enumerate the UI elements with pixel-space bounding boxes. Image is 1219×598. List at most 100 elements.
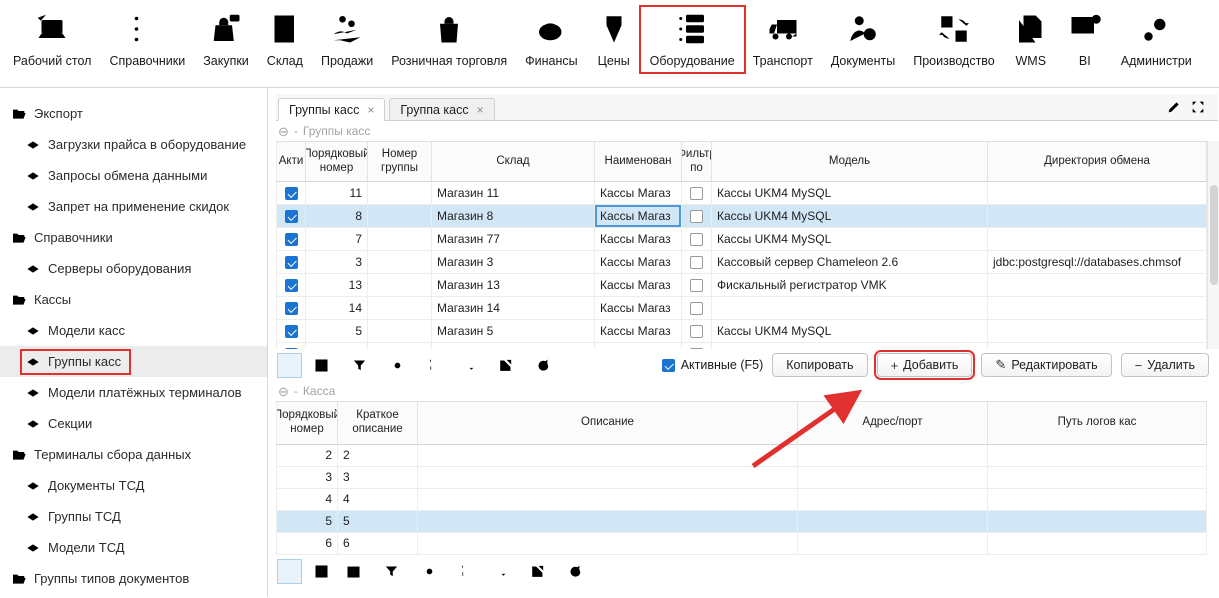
col-active[interactable]: Акти (276, 142, 306, 182)
vertical-scrollbar[interactable] (1207, 141, 1219, 349)
cell-desc[interactable] (418, 445, 798, 467)
sidebar-item[interactable]: Серверы оборудования (0, 253, 267, 284)
cell-exchange-dir[interactable] (988, 320, 1207, 343)
cell-model[interactable]: Кассы UKM4 MySQL (712, 205, 988, 228)
cash-group-row[interactable]: 8 Магазин 8 Кассы Магаз Кассы UKM4 MySQL (276, 205, 1207, 228)
col-desc[interactable]: Описание (418, 402, 798, 445)
numbered-list-icon[interactable] (424, 354, 447, 377)
cell-log-path[interactable] (988, 445, 1207, 467)
cell-warehouse[interactable]: Магазин 14 (432, 297, 595, 320)
cell-order[interactable]: 6 (276, 533, 338, 555)
cell-warehouse[interactable]: Магазин 3 (432, 251, 595, 274)
nav-item[interactable]: Справочники (100, 7, 194, 72)
cell-order[interactable] (306, 343, 368, 349)
refresh-icon[interactable] (564, 560, 587, 583)
cell-group-number[interactable] (368, 228, 432, 251)
cell-desc[interactable] (418, 467, 798, 489)
col-order[interactable]: Порядковый номер (276, 402, 338, 445)
cell-order[interactable]: 11 (306, 182, 368, 205)
sidebar-item[interactable]: Терминалы сбора данных (0, 439, 267, 470)
col-log-path[interactable]: Путь логов кас (988, 402, 1207, 445)
active-checkbox[interactable] (285, 233, 298, 246)
cash-group-row[interactable]: 7 Магазин 77 Кассы Магаз Кассы UKM4 MySQ… (276, 228, 1207, 251)
nav-item[interactable]: Транспорт (744, 7, 822, 72)
sidebar-item[interactable]: Группы касс (0, 346, 267, 377)
cell-order[interactable]: 5 (276, 511, 338, 533)
sidebar-item[interactable]: Модели ТСД (0, 532, 267, 563)
filter-icon[interactable] (380, 560, 403, 583)
sidebar-item[interactable]: Загрузки прайса в оборудование (0, 129, 267, 160)
cell-model[interactable]: Кассы UKM4 MySQL (712, 228, 988, 251)
cell-group-number[interactable] (368, 251, 432, 274)
cell-order[interactable]: 3 (276, 467, 338, 489)
cell-address[interactable] (798, 445, 988, 467)
nav-item[interactable]: Рабочий стол (4, 7, 100, 72)
export-icon[interactable] (526, 560, 549, 583)
cell-group-number[interactable] (368, 205, 432, 228)
cell-model[interactable]: Кассы UKM4 MySQL (712, 320, 988, 343)
cell-address[interactable] (798, 489, 988, 511)
cell-model[interactable]: Фискальный регистратор VMK (712, 274, 988, 297)
filter-checkbox[interactable] (690, 233, 703, 246)
nav-item[interactable]: Документы (822, 7, 904, 72)
cell-warehouse[interactable]: Магазин 8 (432, 205, 595, 228)
edit-icon[interactable] (1166, 99, 1182, 115)
active-checkbox[interactable] (285, 279, 298, 292)
cell-exchange-dir[interactable] (988, 182, 1207, 205)
cell-address[interactable] (798, 533, 988, 555)
collapse-icon[interactable]: ⊖ (278, 385, 289, 398)
cell-log-path[interactable] (988, 511, 1207, 533)
filter-icon[interactable] (348, 354, 371, 377)
cell-warehouse[interactable] (432, 343, 595, 349)
sort-icon[interactable] (456, 354, 479, 377)
delete-button[interactable]: − Удалить (1121, 353, 1209, 377)
nav-item[interactable]: Склад (258, 7, 312, 72)
cell-order[interactable]: 8 (306, 205, 368, 228)
cell-exchange-dir[interactable] (988, 274, 1207, 297)
cell-desc[interactable] (418, 489, 798, 511)
active-filter-checkbox[interactable]: Активные (F5) (662, 358, 764, 372)
cell-warehouse[interactable]: Магазин 11 (432, 182, 595, 205)
filter-checkbox[interactable] (690, 348, 703, 350)
cell-log-path[interactable] (988, 533, 1207, 555)
view-details-icon[interactable] (278, 354, 301, 377)
kassa-row[interactable]: 4 4 (276, 489, 1207, 511)
copy-button[interactable]: Копировать (772, 353, 867, 377)
cell-model[interactable] (712, 343, 988, 349)
expand-icon[interactable] (1190, 99, 1206, 115)
calendar-icon[interactable] (342, 560, 365, 583)
sidebar-item[interactable]: Справочники (0, 222, 267, 253)
cell-order[interactable]: 13 (306, 274, 368, 297)
refresh-icon[interactable] (532, 354, 555, 377)
sidebar-item[interactable]: Модели касс (0, 315, 267, 346)
view-grid-icon[interactable] (310, 560, 333, 583)
add-button[interactable]: + Добавить (877, 353, 973, 377)
col-exchange-dir[interactable]: Директория обмена (988, 142, 1207, 182)
nav-item[interactable]: BI (1058, 7, 1112, 72)
kassa-row[interactable]: 3 3 (276, 467, 1207, 489)
nav-item[interactable]: WMS (1004, 7, 1058, 72)
active-checkbox[interactable] (285, 325, 298, 338)
nav-item[interactable]: Оборудование (641, 7, 744, 72)
cell-log-path[interactable] (988, 467, 1207, 489)
cell-desc[interactable] (418, 511, 798, 533)
cell-exchange-dir[interactable] (988, 297, 1207, 320)
filter-checkbox[interactable] (690, 187, 703, 200)
col-filter[interactable]: Фильтр по (682, 142, 712, 182)
view-grid-icon[interactable] (310, 354, 333, 377)
filter-checkbox[interactable] (690, 302, 703, 315)
collapse-icon[interactable]: ⊖ (278, 125, 289, 138)
cell-group-number[interactable] (368, 320, 432, 343)
nav-item[interactable]: Администри (1112, 7, 1201, 72)
tab-close-icon[interactable]: × (367, 103, 374, 117)
cell-short-desc[interactable]: 6 (338, 533, 418, 555)
cell-name[interactable]: Кассы Магаз (595, 274, 682, 297)
col-model[interactable]: Модель (712, 142, 988, 182)
cash-group-row[interactable] (276, 343, 1207, 349)
sidebar-item[interactable]: Виды справочников ТСД (0, 594, 267, 597)
col-name[interactable]: Наименован (595, 142, 682, 182)
cell-name[interactable]: Кассы Магаз (595, 251, 682, 274)
cell-short-desc[interactable]: 2 (338, 445, 418, 467)
cell-group-number[interactable] (368, 297, 432, 320)
cell-exchange-dir[interactable]: jdbc:postgresql://databases.chmsof (988, 251, 1207, 274)
